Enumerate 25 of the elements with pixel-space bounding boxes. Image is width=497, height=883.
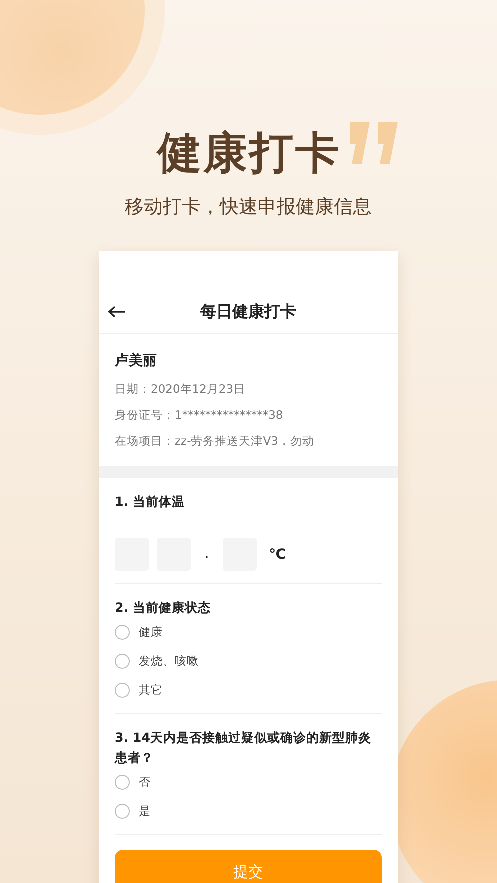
quote-icon [348,122,400,164]
radio-button[interactable] [115,625,130,640]
question-title: 1. 当前体温 [115,493,186,511]
radio-button[interactable] [115,683,130,698]
option-label: 发烧、咳嗽 [139,654,199,669]
radio-button[interactable] [115,804,130,819]
option-label: 其它 [139,683,163,698]
user-name: 卢美丽 [115,352,158,371]
question-title: 2. 当前健康状态 [115,599,212,617]
radio-button[interactable] [115,775,130,790]
decimal-point: . [204,547,210,562]
question-title: 3. 14天内是否接触过疑似或确诊的新型肺炎患者？ [115,729,372,767]
info-line: 日期：2020年12月23日 [115,381,247,398]
hero-subtitle: 移动打卡，快速申报健康信息 [125,195,372,220]
submit-button[interactable]: 提交 [115,850,382,883]
screen-title: 每日健康打卡 [200,302,296,322]
option-label: 健康 [139,625,163,640]
info-line: 身份证号：1***************38 [115,407,284,424]
hero-title: 健康打卡 [158,127,342,181]
radio-button[interactable] [115,654,130,669]
option-label: 否 [139,775,151,790]
unit-label: ℃ [269,546,286,562]
back-icon[interactable] [108,306,126,318]
info-line: 在场项目：zz-劳务推送天津V3，勿动 [115,433,316,450]
option-label: 是 [139,804,151,819]
